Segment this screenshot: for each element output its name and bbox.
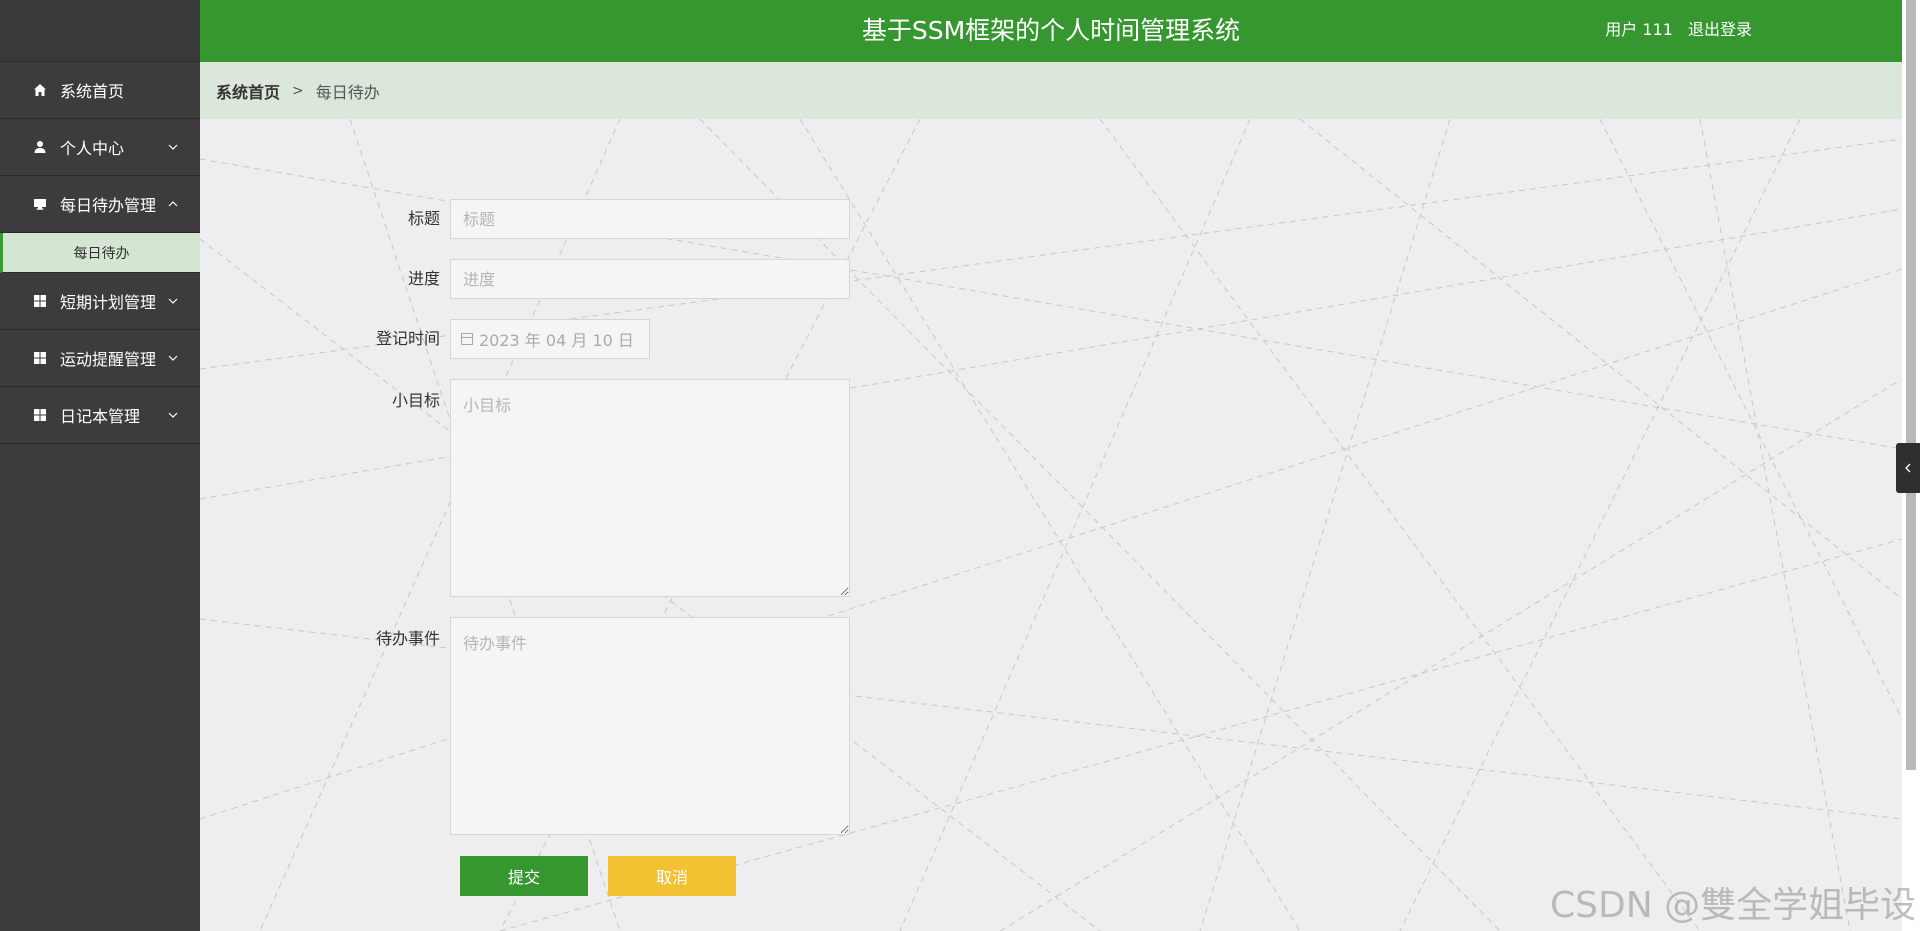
form-row-title: 标题 bbox=[200, 199, 850, 239]
progress-label: 进度 bbox=[407, 269, 440, 288]
date-value: 2023 年 04 月 10 日 bbox=[479, 331, 634, 350]
sidebar-item-label: 日记本管理 bbox=[60, 407, 141, 426]
goal-textarea[interactable] bbox=[450, 379, 850, 597]
user-icon bbox=[32, 139, 48, 155]
top-header: 基于SSM框架的个人时间管理系统 用户 111 退出登录 bbox=[200, 0, 1902, 62]
chevron-down-icon bbox=[168, 144, 178, 150]
chevron-down-icon bbox=[168, 412, 178, 418]
date-picker[interactable]: 2023 年 04 月 10 日 bbox=[450, 319, 650, 359]
home-icon bbox=[32, 82, 48, 98]
sidebar-item-label: 运动提醒管理 bbox=[60, 350, 157, 369]
form-row-progress: 进度 bbox=[200, 259, 850, 299]
chevron-up-icon bbox=[168, 201, 178, 207]
grid-icon bbox=[32, 407, 48, 423]
sidebar-item-label: 个人中心 bbox=[60, 139, 125, 158]
title-input[interactable] bbox=[450, 199, 850, 239]
submit-button[interactable]: 提交 bbox=[460, 856, 588, 896]
sidebar-item-home[interactable]: 系统首页 bbox=[0, 62, 200, 119]
logout-link[interactable]: 退出登录 bbox=[1688, 20, 1752, 39]
grid-icon bbox=[32, 350, 48, 366]
sidebar-item-short-term-plan-management[interactable]: 短期计划管理 bbox=[0, 273, 200, 330]
page-scrollbar-thumb[interactable] bbox=[1906, 0, 1916, 770]
breadcrumb: 系统首页 > 每日待办 bbox=[200, 62, 1902, 119]
calendar-icon bbox=[461, 333, 473, 345]
sidebar-logo-area bbox=[0, 0, 200, 62]
sidebar-item-diary-management[interactable]: 日记本管理 bbox=[0, 387, 200, 444]
current-user-label: 用户 111 bbox=[1605, 20, 1673, 39]
chevron-down-icon bbox=[168, 355, 178, 361]
monitor-icon bbox=[32, 196, 48, 212]
todo-textarea[interactable] bbox=[450, 617, 850, 835]
side-collapse-tab[interactable] bbox=[1896, 443, 1920, 493]
form-row-goal: 小目标 bbox=[200, 379, 850, 597]
chevron-down-icon bbox=[168, 298, 178, 304]
goal-label: 小目标 bbox=[391, 391, 440, 410]
sidebar-item-label: 系统首页 bbox=[60, 82, 125, 101]
chevron-left-icon bbox=[1905, 463, 1911, 473]
sidebar-subitem-daily-todo[interactable]: 每日待办 bbox=[0, 233, 200, 273]
sidebar-item-label: 短期计划管理 bbox=[60, 293, 157, 312]
grid-icon bbox=[32, 293, 48, 309]
title-label: 标题 bbox=[407, 209, 440, 228]
breadcrumb-separator: > bbox=[292, 82, 304, 99]
sidebar-item-exercise-reminder-management[interactable]: 运动提醒管理 bbox=[0, 330, 200, 387]
sidebar-item-daily-todo-management[interactable]: 每日待办管理 bbox=[0, 176, 200, 233]
form-row-date: 登记时间 2023 年 04 月 10 日 bbox=[200, 319, 650, 359]
watermark: CSDN @雙全学姐毕设 bbox=[1550, 885, 1917, 926]
form-row-todo: 待办事件 bbox=[200, 617, 850, 835]
breadcrumb-home[interactable]: 系统首页 bbox=[216, 79, 280, 103]
cancel-button[interactable]: 取消 bbox=[608, 856, 736, 896]
breadcrumb-current: 每日待办 bbox=[315, 82, 380, 102]
sidebar-item-label: 每日待办管理 bbox=[60, 196, 157, 215]
sidebar-item-personal-center[interactable]: 个人中心 bbox=[0, 119, 200, 176]
date-label: 登记时间 bbox=[375, 329, 440, 348]
main-content: 标题 进度 登记时间 2023 年 04 月 10 日 小目标 待办事件 提交 … bbox=[200, 119, 1902, 931]
header-user-area: 用户 111 退出登录 bbox=[1595, 0, 1752, 62]
todo-label: 待办事件 bbox=[375, 629, 440, 648]
sidebar: 系统首页 个人中心 每日待办管理 每日待办 短期计划管理 运动提醒管理 日记本管… bbox=[0, 0, 200, 931]
progress-input[interactable] bbox=[450, 259, 850, 299]
